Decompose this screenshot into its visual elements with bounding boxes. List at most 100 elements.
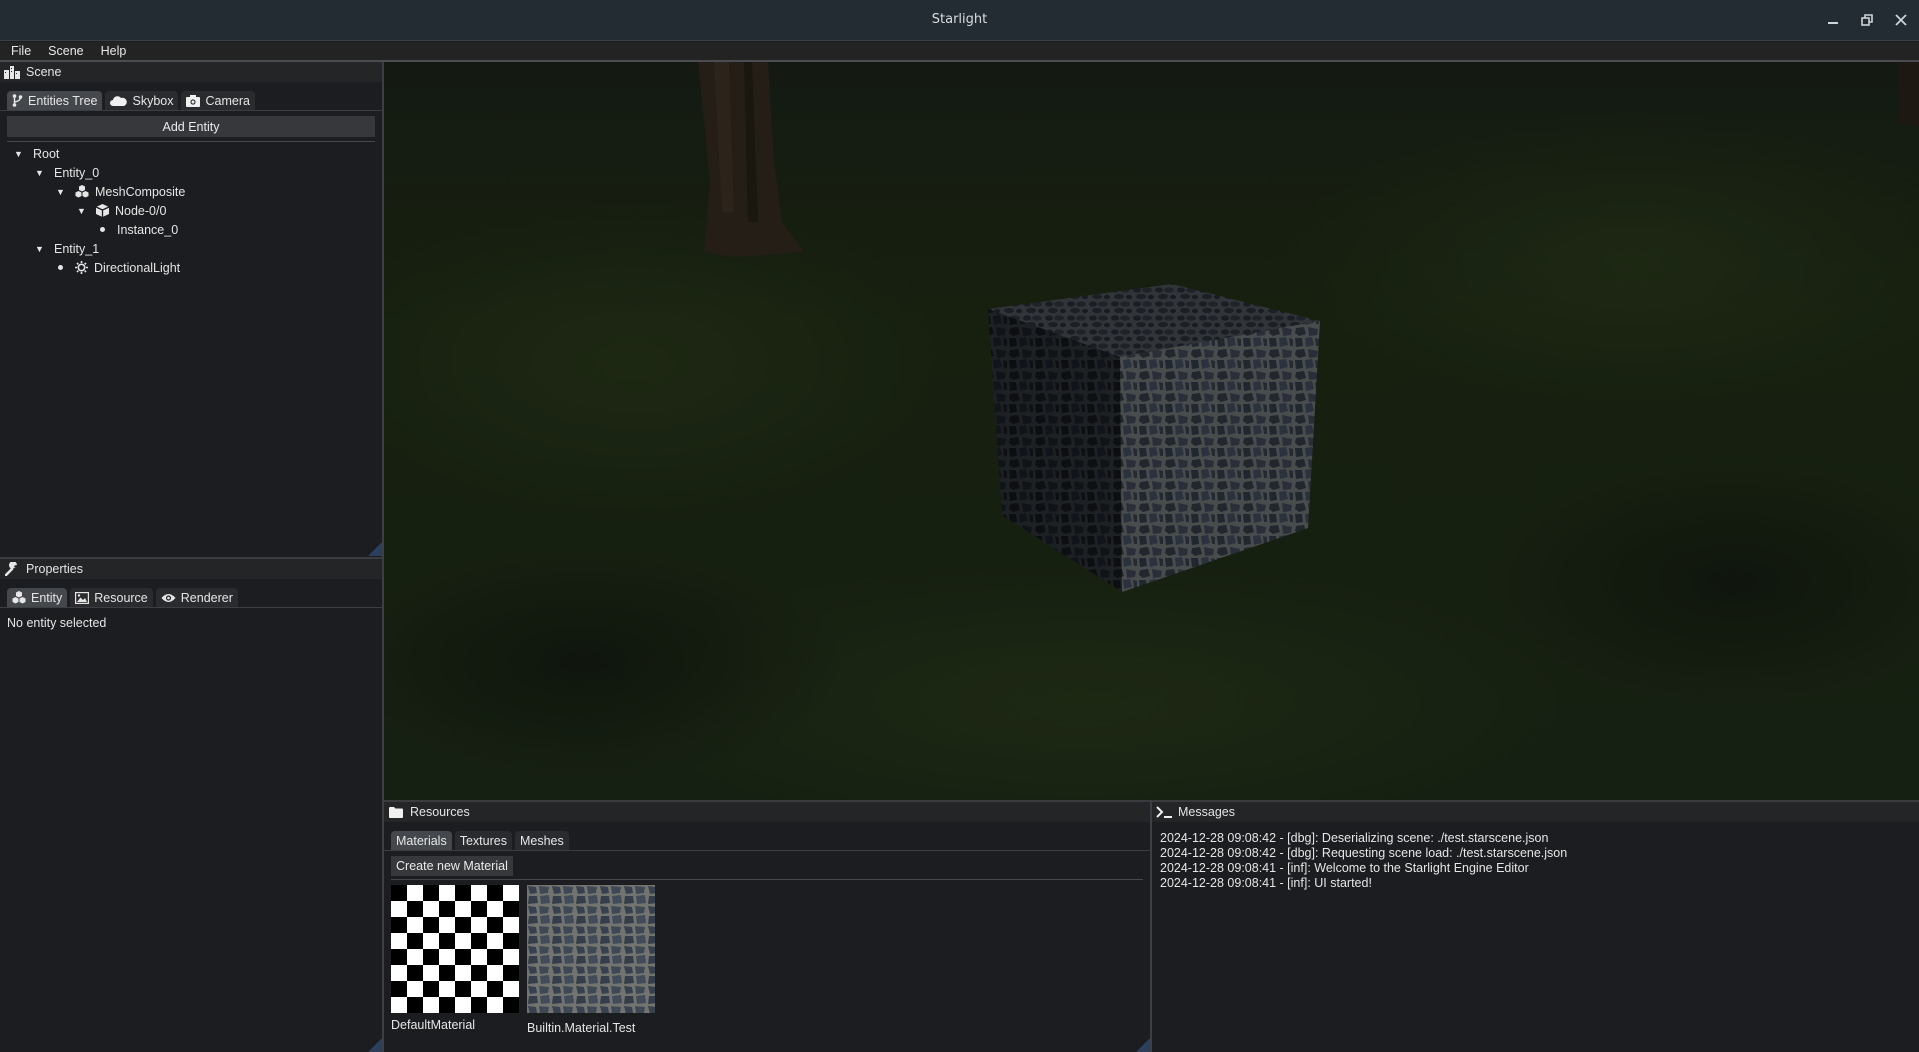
- checker-cell: [439, 981, 455, 997]
- checker-cell: [391, 949, 407, 965]
- tree-node-label: Entity_0: [54, 165, 100, 180]
- tab-meshes[interactable]: Meshes: [514, 831, 569, 850]
- checker-cell: [439, 901, 455, 917]
- tree-node-label: Instance_0: [117, 222, 179, 237]
- checker-cell: [455, 901, 471, 917]
- checker-cell: [423, 901, 439, 917]
- scene-panel: Scene Entities Tree Skybox Camera Add En…: [0, 62, 382, 556]
- cobblestone-preview: [527, 885, 655, 1013]
- tree-node[interactable]: Instance_0: [97, 220, 178, 239]
- properties-panel-title: Properties: [26, 562, 83, 576]
- tree-node[interactable]: DirectionalLight: [55, 258, 180, 277]
- bullet-icon[interactable]: [55, 265, 66, 270]
- checker-cell: [487, 917, 503, 933]
- tree-node[interactable]: ▼ Entity_0: [34, 163, 99, 182]
- tree-node[interactable]: ▼ Node-0/0: [76, 201, 166, 220]
- tab-camera[interactable]: Camera: [181, 91, 255, 110]
- checker-cell: [407, 917, 423, 933]
- checker-cell: [487, 885, 503, 901]
- bullet-icon[interactable]: [97, 227, 108, 232]
- folder-icon: [388, 805, 404, 819]
- expand-arrow-icon[interactable]: ▼: [34, 244, 45, 254]
- checker-cell: [471, 965, 487, 981]
- checker-cell: [391, 917, 407, 933]
- material-item[interactable]: DefaultMaterial: [391, 885, 519, 1035]
- checker-cell: [423, 949, 439, 965]
- checker-cell: [455, 917, 471, 933]
- material-item[interactable]: Builtin.Material.Test: [527, 885, 655, 1035]
- cubes-icon: [12, 591, 26, 604]
- scene-viewport[interactable]: [384, 62, 1919, 800]
- sun-icon: [75, 261, 88, 274]
- checker-cell: [391, 997, 407, 1013]
- minimize-button[interactable]: [1820, 8, 1846, 32]
- tab-renderer[interactable]: Renderer: [155, 588, 238, 607]
- tree-node[interactable]: ▼ MeshComposite: [55, 182, 185, 201]
- tab-label: Resource: [94, 590, 148, 605]
- window-title: Starlight: [931, 12, 988, 27]
- messages-panel: Messages 2024-12-28 09:08:42 - [dbg]: De…: [1152, 800, 1919, 1052]
- tab-textures[interactable]: Textures: [454, 831, 512, 850]
- resources-panel: Resources Materials Textures Meshes Crea…: [384, 800, 1150, 1052]
- city-icon: [4, 65, 20, 79]
- create-material-button[interactable]: Create new Material: [391, 856, 513, 876]
- checker-cell: [455, 949, 471, 965]
- checker-cell: [487, 949, 503, 965]
- add-entity-button[interactable]: Add Entity: [7, 116, 375, 137]
- tree-trunk-distant: [1899, 62, 1919, 127]
- checker-cell: [455, 965, 471, 981]
- resize-grip[interactable]: [368, 1038, 382, 1052]
- tab-entity[interactable]: Entity: [7, 588, 68, 607]
- tree-node-label: MeshComposite: [95, 184, 186, 199]
- menu-scene[interactable]: Scene: [48, 44, 83, 58]
- checker-cell: [471, 885, 487, 901]
- tab-entities-tree[interactable]: Entities Tree: [7, 91, 103, 110]
- checker-cell: [471, 997, 487, 1013]
- checker-cell: [391, 885, 407, 901]
- checker-cell: [487, 901, 503, 917]
- checker-cell: [423, 997, 439, 1013]
- tab-label: Skybox: [132, 93, 174, 108]
- tab-skybox[interactable]: Skybox: [105, 91, 179, 110]
- resize-grip[interactable]: [368, 542, 382, 556]
- checker-cell: [423, 965, 439, 981]
- tab-label: Entities Tree: [28, 93, 98, 108]
- properties-panel: Properties Entity Resource Renderer No e…: [0, 557, 382, 1052]
- checker-cell: [439, 885, 455, 901]
- cube-icon: [96, 204, 109, 217]
- expand-arrow-icon[interactable]: ▼: [13, 149, 24, 159]
- resize-grip[interactable]: [1136, 1038, 1150, 1052]
- tab-resource[interactable]: Resource: [70, 588, 153, 607]
- expand-arrow-icon[interactable]: ▼: [55, 187, 66, 197]
- checker-cell: [439, 997, 455, 1013]
- tree-node[interactable]: ▼ Entity_1: [34, 239, 99, 258]
- scene-panel-title: Scene: [26, 65, 62, 79]
- menu-help[interactable]: Help: [101, 44, 127, 58]
- cloud-icon: [110, 95, 128, 106]
- checker-cell: [487, 997, 503, 1013]
- tab-label: Camera: [205, 93, 250, 108]
- tab-materials[interactable]: Materials: [391, 831, 452, 850]
- checker-cell: [407, 981, 423, 997]
- properties-tabs: Entity Resource Renderer: [0, 588, 382, 608]
- wrench-icon: [4, 562, 20, 576]
- messages-panel-title: Messages: [1178, 805, 1235, 819]
- close-icon: [1895, 14, 1907, 26]
- checker-cell: [487, 965, 503, 981]
- checker-cell: [439, 917, 455, 933]
- checker-cell: [439, 933, 455, 949]
- tree-node[interactable]: ▼ Root: [13, 144, 59, 163]
- expand-arrow-icon[interactable]: ▼: [34, 168, 45, 178]
- close-button[interactable]: [1888, 8, 1914, 32]
- checker-cell: [391, 965, 407, 981]
- menu-file[interactable]: File: [11, 44, 31, 58]
- no-entity-text: No entity selected: [7, 616, 107, 630]
- restore-button[interactable]: [1854, 8, 1880, 32]
- tree-node-label: DirectionalLight: [94, 260, 181, 275]
- eye-icon: [161, 593, 176, 603]
- checker-cell: [407, 965, 423, 981]
- materials-list: DefaultMaterial Builtin.Material.Test: [384, 880, 1150, 1035]
- checker-cell: [407, 933, 423, 949]
- expand-arrow-icon[interactable]: ▼: [76, 206, 87, 216]
- checker-cell: [471, 917, 487, 933]
